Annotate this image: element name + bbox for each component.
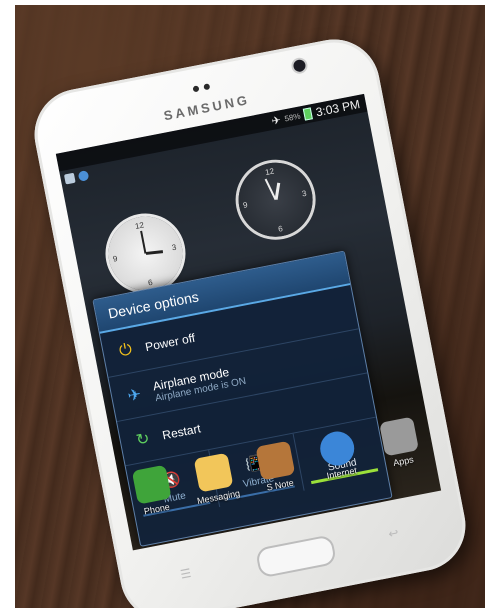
battery-percent: 58% <box>283 111 302 123</box>
notification-icon <box>77 170 90 182</box>
clock-number: 6 <box>277 223 284 234</box>
restart-icon: ↻ <box>134 430 152 450</box>
minute-hand <box>140 230 147 254</box>
photo-background: SAMSUNG ✈ 58% 3:03 PM 12 3 6 9 12 3 6 9 … <box>15 5 485 608</box>
app-label: Apps <box>392 454 415 469</box>
app-label: Internet <box>325 465 358 481</box>
phone-icon <box>132 464 173 505</box>
dock-app-messaging[interactable]: Messaging <box>181 450 249 508</box>
option-label: Power off <box>144 330 197 355</box>
analog-clock-widget[interactable]: 12 3 6 9 <box>232 156 319 244</box>
airplane-icon: ✈ <box>126 386 143 406</box>
clock-number: 12 <box>264 166 275 178</box>
phone-device: SAMSUNG ✈ 58% 3:03 PM 12 3 6 9 12 3 6 9 … <box>26 31 474 608</box>
hour-hand <box>145 250 164 255</box>
clock-number: 6 <box>147 277 154 288</box>
s-note-icon <box>255 440 296 481</box>
clock-number: 9 <box>112 254 119 264</box>
internet-icon <box>317 428 357 469</box>
messaging-icon <box>193 452 234 493</box>
front-camera <box>292 58 307 73</box>
sensor-dot <box>191 85 200 93</box>
speaker-grille <box>175 76 227 99</box>
clock-number: 3 <box>171 242 178 253</box>
home-button[interactable] <box>254 534 338 579</box>
sensor-dot <box>202 83 210 91</box>
dock-app-phone[interactable]: Phone <box>119 462 187 520</box>
notification-icons <box>63 170 90 185</box>
app-label: S Note <box>265 477 295 493</box>
app-label: Phone <box>143 501 171 517</box>
power-icon: ⏻ <box>117 341 134 361</box>
notification-icon <box>63 172 76 185</box>
hour-hand <box>274 182 281 200</box>
dock-app-apps[interactable]: Apps <box>366 414 434 472</box>
apps-grid-icon <box>378 416 419 457</box>
phone-screen: ✈ 58% 3:03 PM 12 3 6 9 12 3 6 9 Device o… <box>55 93 442 551</box>
back-key-icon[interactable]: ↩ <box>387 526 400 542</box>
menu-key-icon[interactable]: ☰ <box>179 566 192 582</box>
clock-number: 12 <box>134 220 145 231</box>
clock-number: 3 <box>301 188 308 199</box>
status-time: 3:03 PM <box>314 97 362 120</box>
clock-number: 9 <box>242 200 249 210</box>
battery-icon <box>303 107 314 121</box>
dock-app-internet[interactable]: Internet <box>304 426 372 484</box>
option-label: Restart <box>161 421 202 443</box>
dock-app-s-note[interactable]: S Note <box>243 438 311 496</box>
airplane-icon: ✈ <box>270 113 282 128</box>
